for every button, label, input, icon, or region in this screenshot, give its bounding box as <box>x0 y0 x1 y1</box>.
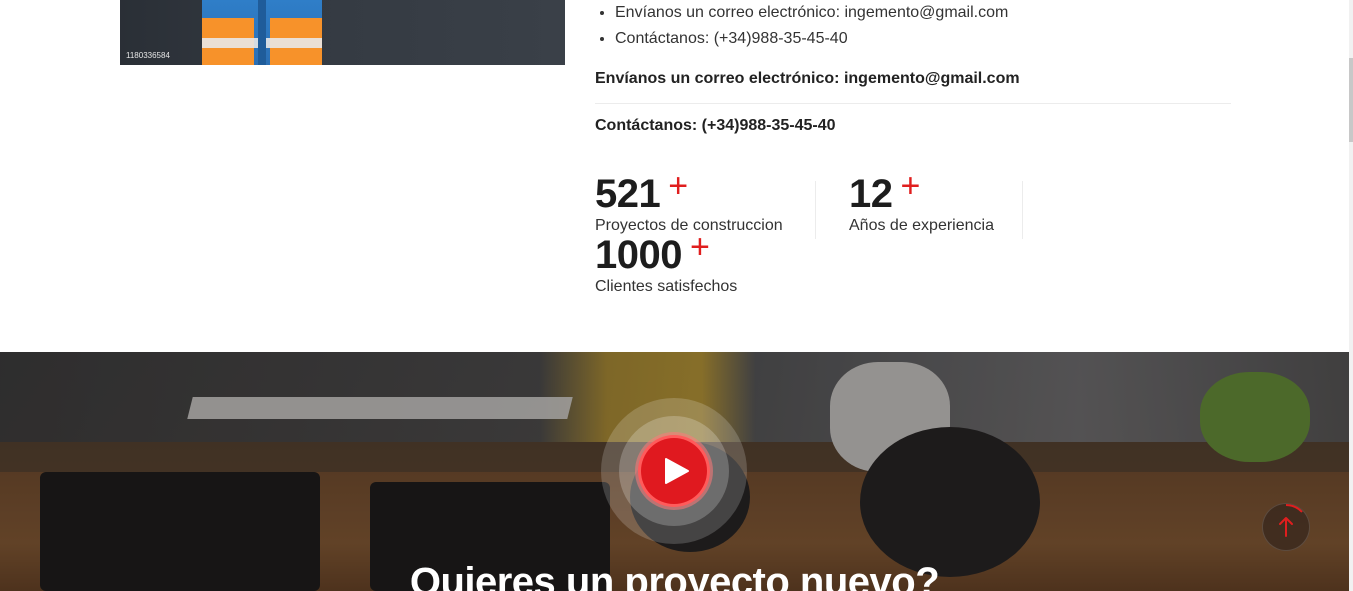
plus-icon: + <box>689 228 710 266</box>
divider <box>595 103 1231 104</box>
counter-years: 12 + Años de experiencia <box>849 167 994 236</box>
arrow-up-icon <box>1279 517 1293 537</box>
play-video-button[interactable] <box>601 398 747 544</box>
image-id-watermark: 1180336584 <box>126 51 170 60</box>
counter-projects: 521 + Proyectos de construccion <box>595 167 783 236</box>
plus-icon: + <box>668 167 689 205</box>
counter-value: 1000 <box>595 233 682 277</box>
worker-image: 1180336584 <box>120 0 565 65</box>
plus-icon: + <box>900 167 921 205</box>
contact-list: Envíanos un correo electrónico: ingement… <box>595 0 1008 52</box>
page: 1180336584 Envíanos un correo electrónic… <box>0 0 1353 591</box>
counter-separator <box>1022 181 1023 239</box>
back-to-top-button[interactable] <box>1262 503 1310 551</box>
counter-value: 521 <box>595 172 661 216</box>
page-scrollbar[interactable] <box>1349 0 1353 591</box>
counter-label: Años de experiencia <box>849 217 994 234</box>
contact-phone: Contáctanos: (+34)988-35-45-40 <box>595 117 836 134</box>
contact-email: Envíanos un correo electrónico: ingement… <box>595 70 1020 87</box>
scrollbar-thumb[interactable] <box>1349 58 1353 142</box>
contact-list-item-phone: Contáctanos: (+34)988-35-45-40 <box>615 26 1008 52</box>
counter-separator <box>815 181 816 239</box>
counter-clients: 1000 + Clientes satisfechos <box>595 228 738 297</box>
counter-label: Clientes satisfechos <box>595 278 738 295</box>
counter-value: 12 <box>849 172 893 216</box>
video-section-title: Quieres un proyecto nuevo? <box>409 560 940 591</box>
contact-list-item-email: Envíanos un correo electrónico: ingement… <box>615 0 1008 26</box>
play-icon <box>665 458 689 484</box>
